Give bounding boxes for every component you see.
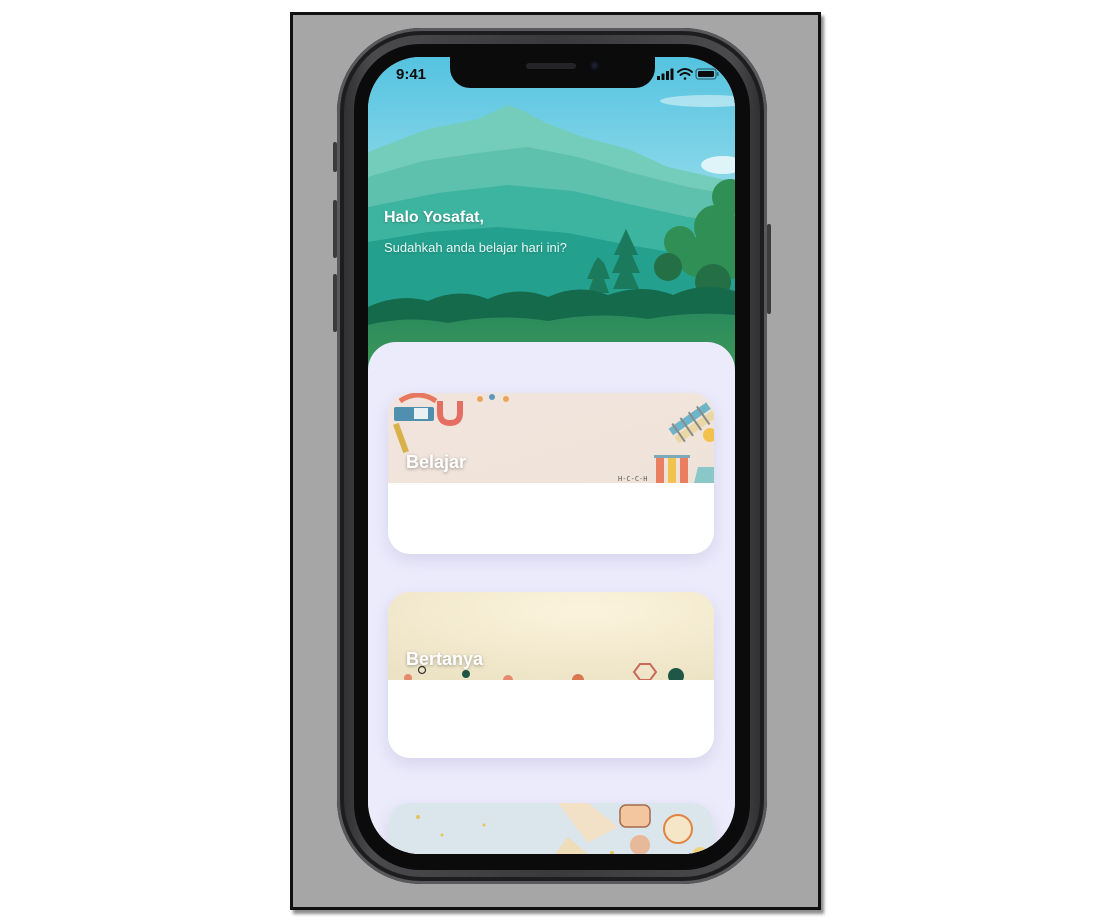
card-title-bertanya: Bertanya: [406, 649, 484, 669]
card-title-belajar: Belajar: [406, 452, 467, 472]
mute-switch: [333, 142, 337, 172]
battery-icon: [695, 68, 719, 80]
front-camera: [590, 61, 599, 70]
wifi-icon: [677, 68, 693, 80]
card-belajar[interactable]: H-C-C-H Belajar: [388, 393, 714, 554]
space-banner-image: [388, 803, 714, 854]
card-third[interactable]: [388, 803, 714, 854]
cellular-signal-icon: [657, 68, 674, 80]
card-bertanya[interactable]: Bertanya: [388, 592, 714, 758]
svg-text:H-C-C-H: H-C-C-H: [618, 475, 648, 483]
speaker-grille: [526, 63, 576, 69]
volume-down-button: [333, 274, 337, 332]
content-sheet: H-C-C-H Belajar Bertanya: [368, 342, 735, 854]
greeting-subtitle: Sudahkah anda belajar hari ini?: [384, 240, 567, 255]
volume-up-button: [333, 200, 337, 258]
status-icons: [657, 68, 719, 80]
status-bar: 9:41: [368, 57, 735, 93]
notch: [450, 57, 655, 88]
status-time: 9:41: [396, 66, 427, 83]
power-button: [767, 224, 771, 314]
app-screen: 9:41 Halo Yosafat, Sudahkah anda belajar…: [368, 57, 735, 854]
greeting-title: Halo Yosafat,: [384, 209, 484, 226]
